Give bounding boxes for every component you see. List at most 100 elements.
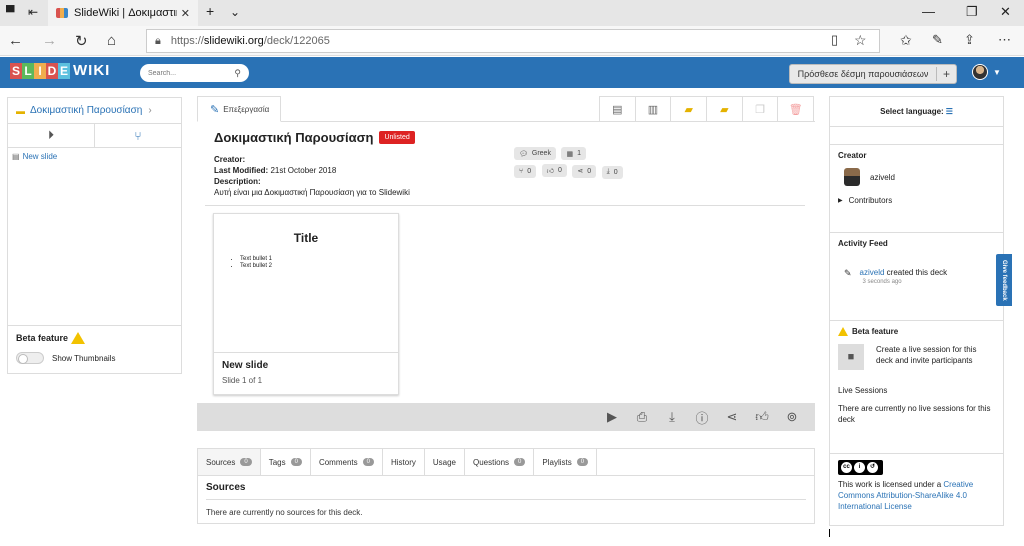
tree-controls: ⏵ ⑂ <box>8 124 181 148</box>
tab-sources[interactable]: Sources 0 <box>198 449 261 475</box>
tab-playlists[interactable]: Playlists 0 <box>534 449 598 475</box>
slides-count-chip: ▦ 1 <box>561 147 586 160</box>
browser-tab-strip: ▀ ⇤ SlideWiki | Δοκιμαστική ✕ + ⌄ — ❐ ✕ <box>0 0 1024 26</box>
favorite-star-icon[interactable]: ☆ <box>854 32 867 49</box>
minimize-icon[interactable]: — <box>922 4 935 19</box>
tab-label: Usage <box>432 457 456 467</box>
like-icon[interactable]: 👍︎ <box>747 409 777 425</box>
browser-tab-active[interactable]: SlideWiki | Δοκιμαστική ✕ <box>48 0 198 26</box>
cc-by-sa-badge[interactable]: cc i ↺ <box>838 460 883 475</box>
language-selector[interactable]: Select language: ☰ <box>830 97 1003 127</box>
slidewiki-logo[interactable]: S L I D E WIKI <box>10 63 110 79</box>
window-close-icon[interactable]: ✕ <box>1000 4 1011 20</box>
preview-title: Title <box>293 231 319 245</box>
plus-icon[interactable]: + <box>936 67 956 81</box>
count-badge: 0 <box>576 458 589 466</box>
shares-chip: ⋖ 0 <box>572 164 597 178</box>
contributors-label: Contributors <box>848 196 893 205</box>
play-icon[interactable]: ▶ <box>597 409 627 425</box>
duplicate-icon[interactable]: ❐ <box>743 97 779 121</box>
info-icon[interactable]: ⓘ <box>687 408 717 427</box>
add-slide-after-icon[interactable]: ▥ <box>636 97 672 121</box>
add-slide-icon[interactable]: ▤ <box>600 97 636 121</box>
creator-section: Creator aziveld ▶ Contributors <box>830 145 1003 233</box>
create-live-session[interactable]: ■ Create a live session for this deck an… <box>838 344 995 370</box>
share-icon[interactable]: ⇪ <box>964 32 975 48</box>
avatar <box>972 64 988 80</box>
deck-main: ✎ Επεξεργασία ▤ ▥ ▰ ▰ ❐ 🗑︎ Δοκιμαστική Π… <box>197 96 815 431</box>
tab-questions[interactable]: Questions 0 <box>465 449 535 475</box>
edit-tab-label: Επεξεργασία <box>223 104 270 114</box>
back-icon[interactable]: ← <box>8 32 23 49</box>
address-bar[interactable]: 🔒︎ https://slidewiki.org/deck/122065 <box>146 29 880 53</box>
add-subdeck-icon[interactable]: ▰ <box>707 97 743 121</box>
slide-card-name[interactable]: New slide <box>214 353 398 374</box>
pencil-icon: ✎ <box>844 268 852 278</box>
beta-label: Beta feature <box>16 333 69 343</box>
creator-profile[interactable]: aziveld <box>844 168 995 186</box>
tab-list-chevron-icon[interactable]: ⌄ <box>230 5 240 19</box>
home-icon[interactable]: ⌂ <box>107 32 116 49</box>
give-feedback-tab[interactable]: Give feedback <box>996 254 1012 306</box>
print-icon[interactable]: ⎙ <box>627 409 657 425</box>
reading-view-icon[interactable]: ▯ <box>831 32 838 48</box>
download-icon[interactable]: ⤓ <box>657 409 687 425</box>
sources-heading: Sources <box>206 482 246 493</box>
sources-empty-text: There are currently no sources for this … <box>206 508 363 517</box>
count-badge: 0 <box>514 458 526 466</box>
tab-actions-icon[interactable]: ▀ <box>6 5 15 19</box>
add-deck-label: Πρόσθεσε δέσμη παρουσιάσεων <box>797 69 929 79</box>
info-sidebar: Select language: ☰ Creator aziveld ▶ Con… <box>829 96 1004 526</box>
deck-breadcrumb[interactable]: ▬ Δοκιμαστική Παρουσίαση › <box>8 98 181 124</box>
video-camera-icon[interactable]: ■ <box>838 344 864 370</box>
share-icon[interactable]: ⋖ <box>717 409 747 425</box>
refresh-icon[interactable]: ↻ <box>75 32 88 50</box>
deck-action-bar: ▶ ⎙ ⤓ ⓘ ⋖ 👍︎ ⊚ <box>197 403 815 431</box>
activity-user-link[interactable]: aziveld <box>860 268 885 277</box>
restore-icon[interactable]: ❐ <box>966 4 978 20</box>
preview-bullet: Text bullet 1 <box>240 256 272 263</box>
tree-slide-item[interactable]: ▤ New slide <box>8 148 181 165</box>
creator-heading: Creator <box>838 151 867 160</box>
search-icon[interactable]: ⚲ <box>234 68 241 79</box>
tab-tags[interactable]: Tags 0 <box>261 449 311 475</box>
logo-letter: I <box>34 63 46 79</box>
delete-icon[interactable]: 🗑︎ <box>778 97 813 121</box>
tab-comments[interactable]: Comments 0 <box>311 449 383 475</box>
thumbs-up-icon: 👍︎ <box>546 168 554 175</box>
tab-history[interactable]: History <box>383 449 425 475</box>
likes-chip: 👍︎ 0 <box>541 164 567 177</box>
more-menu-icon[interactable]: ⋯ <box>998 32 1011 48</box>
deck-name-link[interactable]: Δοκιμαστική Παρουσίαση <box>30 105 142 116</box>
new-tab-icon[interactable]: + <box>206 3 214 19</box>
add-deck-button[interactable]: Πρόσθεσε δέσμη παρουσιάσεων + <box>789 64 957 84</box>
deck-tree-panel: ▬ Δοκιμαστική Παρουσίαση › ⏵ ⑂ ▤ New sli… <box>7 97 182 374</box>
slide-card[interactable]: Title Text bullet 1 Text bullet 2 New sl… <box>213 213 399 395</box>
user-menu[interactable]: ▼ <box>972 64 1001 80</box>
favorites-hub-icon[interactable]: ✩ <box>900 32 912 49</box>
close-tab-icon[interactable]: ✕ <box>181 7 190 20</box>
slide-card-position: Slide 1 of 1 <box>222 376 263 385</box>
modified-value: 21st October 2018 <box>270 166 337 175</box>
forward-icon[interactable]: → <box>42 32 57 49</box>
share-icon: ⋖ <box>577 168 584 175</box>
tab-usage[interactable]: Usage <box>425 449 465 475</box>
slide-item-label[interactable]: New slide <box>23 152 58 161</box>
tab-edit[interactable]: ✎ Επεξεργασία <box>197 96 281 122</box>
likes-count: 0 <box>557 167 562 174</box>
slide-preview[interactable]: Title Text bullet 1 Text bullet 2 <box>214 214 398 353</box>
creator-name[interactable]: aziveld <box>870 173 895 182</box>
language-list-icon[interactable]: ☰ <box>946 107 953 116</box>
set-aside-tabs-icon[interactable]: ⇤ <box>28 5 38 19</box>
text-cursor <box>829 529 830 537</box>
fork-icon[interactable]: ⑂ <box>95 124 181 147</box>
fork-icon: ⑂ <box>519 168 524 175</box>
search-input[interactable] <box>148 69 228 77</box>
rss-icon[interactable]: ⊚ <box>777 409 807 425</box>
add-folder-icon[interactable]: ▰ <box>671 97 708 121</box>
play-icon[interactable]: ⏵ <box>8 124 95 147</box>
thumbnails-toggle[interactable] <box>16 352 44 364</box>
contributors-toggle[interactable]: ▶ Contributors <box>838 196 995 205</box>
live-sessions-heading: Live Sessions <box>838 386 888 395</box>
web-note-icon[interactable]: ✎ <box>932 32 943 48</box>
